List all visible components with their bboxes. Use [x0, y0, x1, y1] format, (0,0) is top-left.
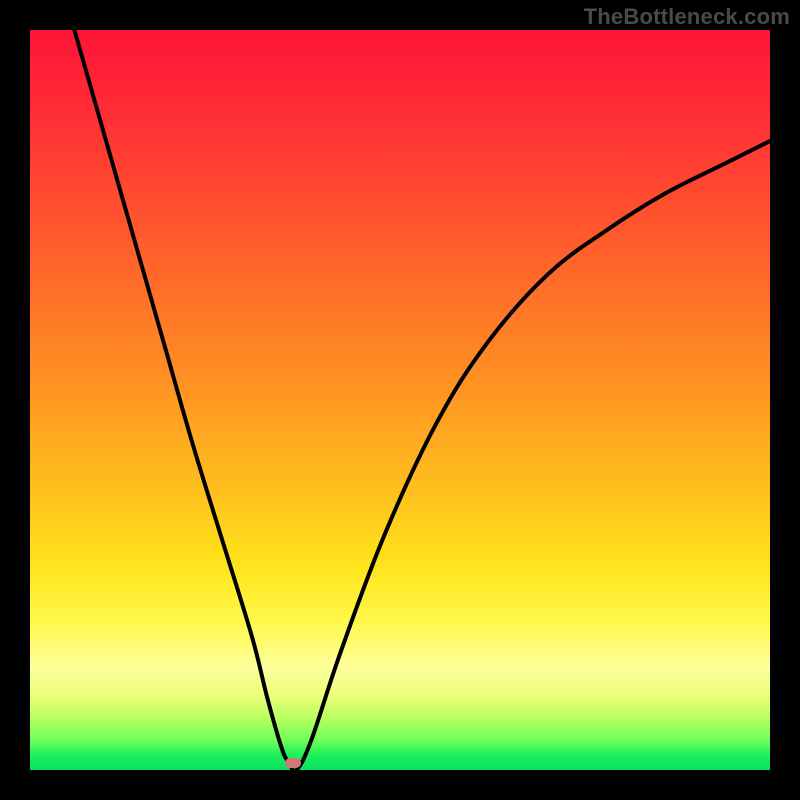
plot-area: [30, 30, 770, 770]
optimal-point-marker: [285, 758, 301, 768]
bottleneck-curve-path: [74, 30, 770, 770]
chart-frame: TheBottleneck.com: [0, 0, 800, 800]
curve-svg: [30, 30, 770, 770]
watermark-text: TheBottleneck.com: [584, 4, 790, 30]
